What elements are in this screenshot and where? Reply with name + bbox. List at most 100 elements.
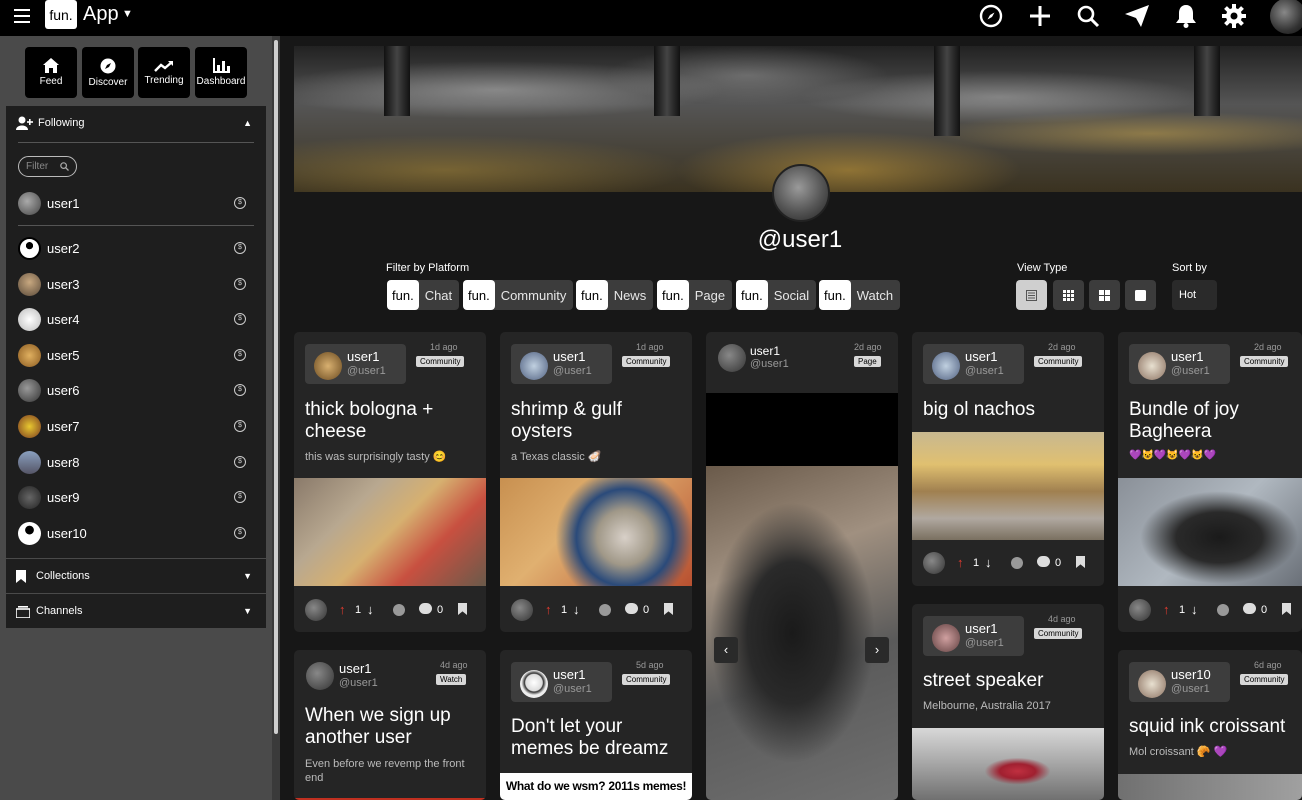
post-image[interactable] <box>912 432 1104 540</box>
view-grid-button[interactable] <box>1089 280 1120 310</box>
nav-dashboard-button[interactable]: Dashboard <box>195 47 247 98</box>
post-image[interactable] <box>294 478 486 586</box>
nav-trending-button[interactable]: Trending <box>138 47 190 98</box>
post-image[interactable] <box>1118 478 1302 586</box>
collections-panel[interactable]: Collections ▼ <box>6 559 266 593</box>
post-card[interactable]: user1 @user1 2d ago Page ‹ › <box>706 332 898 800</box>
platform-social-button[interactable]: fun. Social <box>736 280 817 310</box>
post-image-top <box>706 393 898 466</box>
upvote-icon[interactable]: ↑ <box>339 602 346 617</box>
channels-label: Channels <box>36 605 83 617</box>
gear-icon[interactable] <box>1220 2 1248 30</box>
comment-icon[interactable] <box>419 603 432 614</box>
post-author[interactable]: user1 @user1 <box>923 616 1024 656</box>
downvote-icon[interactable]: ↓ <box>367 602 374 617</box>
post-author[interactable]: user1 @user1 <box>923 344 1024 384</box>
bookmark-icon[interactable] <box>1282 603 1291 615</box>
post-card[interactable]: user10 @user1 6d ago Community squid ink… <box>1118 650 1302 800</box>
platform-community-button[interactable]: fun. Community <box>463 280 574 310</box>
sort-select[interactable]: Hot <box>1172 280 1217 310</box>
carousel-prev-button[interactable]: ‹ <box>714 637 738 663</box>
post-author[interactable]: user1 @user1 <box>511 344 612 384</box>
avatar <box>18 343 41 367</box>
following-filter-input[interactable]: Filter <box>18 156 77 177</box>
post-image[interactable] <box>500 478 692 586</box>
platform-page-button[interactable]: fun. Page <box>657 280 733 310</box>
app-logo[interactable]: fun. <box>45 0 77 29</box>
app-title[interactable]: App <box>83 3 119 26</box>
avatar <box>18 378 41 402</box>
following-user-row[interactable]: user8 $ <box>18 447 256 477</box>
post-author[interactable]: user10 @user1 <box>1129 662 1230 702</box>
downvote-icon[interactable]: ↓ <box>985 555 992 570</box>
following-user-row[interactable]: user5 $ <box>18 340 256 370</box>
post-card[interactable]: user1 @user1 1d ago Community thick bolo… <box>294 332 486 632</box>
comment-icon[interactable] <box>1037 556 1050 567</box>
platform-watch-button[interactable]: fun. Watch <box>819 280 901 310</box>
post-card[interactable]: user1 @user1 4d ago Watch When we sign u… <box>294 650 486 800</box>
emoji-reaction-icon[interactable] <box>1217 604 1229 616</box>
post-card[interactable]: user1 @user1 5d ago Community Don't let … <box>500 650 692 800</box>
post-author[interactable]: user1 @user1 <box>305 344 406 384</box>
nav-discover-button[interactable]: Discover <box>82 47 134 98</box>
nav-feed-button[interactable]: Feed <box>25 47 77 98</box>
bookmark-icon[interactable] <box>1076 556 1085 568</box>
chevron-down-icon[interactable]: ▼ <box>243 571 252 581</box>
emoji-reaction-icon[interactable] <box>599 604 611 616</box>
following-user-row[interactable]: user2 $ <box>18 233 256 263</box>
following-user-row[interactable]: user10 $ <box>18 518 256 548</box>
post-card[interactable]: user1 @user1 1d ago Community shrimp & g… <box>500 332 692 632</box>
post-image[interactable] <box>912 728 1104 800</box>
bookmark-icon[interactable] <box>458 603 467 615</box>
post-author[interactable]: user1 @user1 <box>1129 344 1230 384</box>
post-image[interactable] <box>706 466 898 800</box>
emoji-reaction-icon[interactable] <box>1011 557 1023 569</box>
view-single-button[interactable] <box>1125 280 1156 310</box>
avatar <box>718 344 746 372</box>
status-icon: $ <box>234 197 246 209</box>
menu-icon[interactable] <box>14 9 30 23</box>
post-card[interactable]: user1 @user1 2d ago Community Bundle of … <box>1118 332 1302 632</box>
carousel-next-button[interactable]: › <box>865 637 889 663</box>
channels-header[interactable]: Channels ▼ <box>6 594 266 628</box>
chevron-down-icon[interactable]: ▼ <box>122 8 133 20</box>
sidebar-scrollbar-thumb[interactable] <box>274 40 278 734</box>
upvote-icon[interactable]: ↑ <box>957 555 964 570</box>
following-user-name: user3 <box>47 276 80 292</box>
downvote-icon[interactable]: ↓ <box>573 602 580 617</box>
search-icon[interactable] <box>1074 2 1102 30</box>
post-card[interactable]: user1 @user1 2d ago Community big ol nac… <box>912 332 1104 586</box>
plus-icon[interactable] <box>1026 2 1054 30</box>
following-user-row[interactable]: user4 $ <box>18 304 256 334</box>
platform-news-button[interactable]: fun. News <box>576 280 654 310</box>
upvote-icon[interactable]: ↑ <box>545 602 552 617</box>
collections-header[interactable]: Collections ▼ <box>6 559 266 593</box>
following-user-row[interactable]: user3 $ <box>18 269 256 299</box>
view-small-grid-button[interactable] <box>1053 280 1084 310</box>
following-user-row[interactable]: user7 $ <box>18 411 256 441</box>
following-user-row[interactable]: user1 $ <box>18 188 256 218</box>
comment-icon[interactable] <box>1243 603 1256 614</box>
avatar[interactable] <box>1270 0 1302 34</box>
channels-panel[interactable]: Channels ▼ <box>6 594 266 628</box>
post-card[interactable]: user1 @user1 4d ago Community street spe… <box>912 604 1104 800</box>
following-user-row[interactable]: user6 $ <box>18 375 256 405</box>
following-header[interactable]: Following ▲ <box>6 106 266 140</box>
send-icon[interactable] <box>1123 2 1151 30</box>
downvote-icon[interactable]: ↓ <box>1191 602 1198 617</box>
chevron-down-icon[interactable]: ▼ <box>243 606 252 616</box>
bell-icon[interactable] <box>1172 2 1200 30</box>
compass-icon[interactable] <box>977 2 1005 30</box>
meme-image[interactable]: What do we wsm? 2011s memes! <box>500 773 692 800</box>
chevron-up-icon[interactable]: ▲ <box>243 118 252 128</box>
bookmark-icon[interactable] <box>664 603 673 615</box>
comment-icon[interactable] <box>625 603 638 614</box>
avatar <box>18 307 41 331</box>
platform-chat-button[interactable]: fun. Chat <box>387 280 460 310</box>
emoji-reaction-icon[interactable] <box>393 604 405 616</box>
post-author[interactable]: user1 @user1 <box>511 662 612 702</box>
following-user-row[interactable]: user9 $ <box>18 482 256 512</box>
view-list-button[interactable] <box>1016 280 1047 310</box>
upvote-icon[interactable]: ↑ <box>1163 602 1170 617</box>
post-image[interactable] <box>1118 774 1302 800</box>
